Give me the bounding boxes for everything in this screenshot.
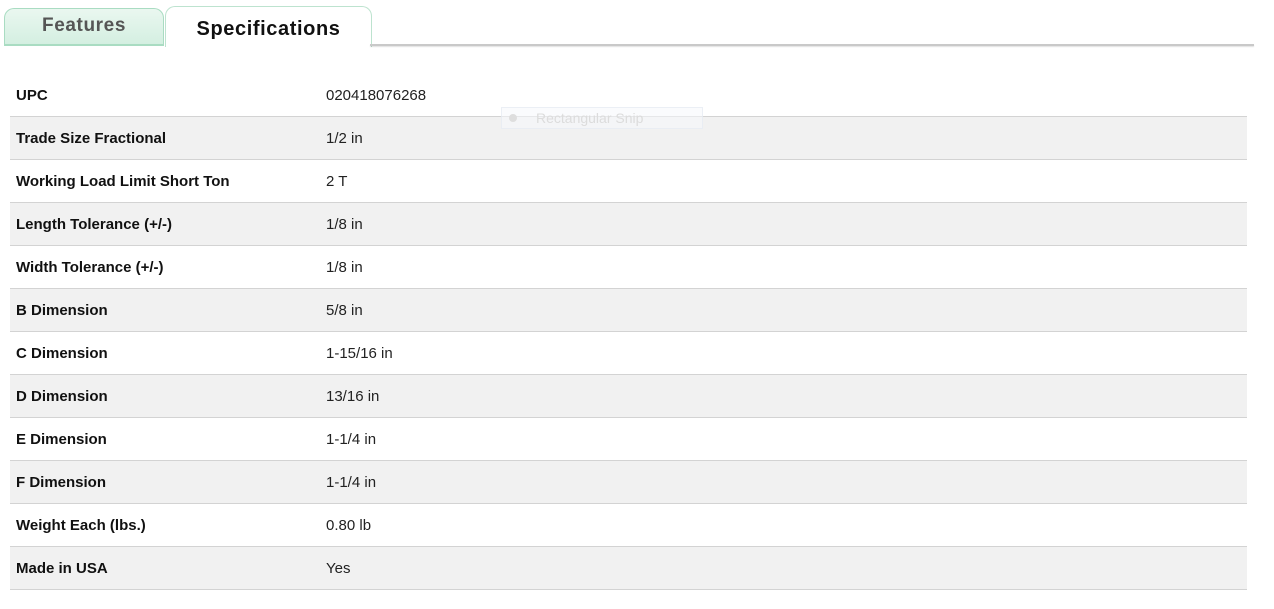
- record-dot-icon: [504, 109, 522, 127]
- spec-label: Trade Size Fractional: [16, 129, 167, 147]
- spec-label: UPC: [16, 86, 48, 104]
- snip-mode-label: Rectangular Snip: [536, 110, 644, 126]
- spec-value: 0.80 lb: [326, 516, 372, 534]
- spec-row-d-dimension: D Dimension 13/16 in: [10, 375, 1247, 418]
- tab-specifications-label: Specifications: [196, 17, 341, 40]
- spec-value: 1/8 in: [326, 215, 363, 233]
- spec-row-width-tolerance: Width Tolerance (+/-) 1/8 in: [10, 246, 1247, 289]
- rectangular-snip-overlay[interactable]: Rectangular Snip: [501, 107, 703, 129]
- spec-label: B Dimension: [16, 301, 108, 319]
- spec-label: Made in USA: [16, 559, 108, 577]
- spec-value: 13/16 in: [326, 387, 380, 405]
- spec-row-c-dimension: C Dimension 1-15/16 in: [10, 332, 1247, 375]
- tab-specifications[interactable]: Specifications: [165, 6, 372, 47]
- spec-row-made-in-usa: Made in USA Yes: [10, 547, 1247, 590]
- tab-features-label: Features: [41, 14, 126, 36]
- spec-value: 1-1/4 in: [326, 430, 377, 448]
- spec-value: 020418076268: [326, 86, 427, 104]
- spec-value: 1-15/16 in: [326, 344, 393, 362]
- spec-label: E Dimension: [16, 430, 107, 448]
- spec-row-f-dimension: F Dimension 1-1/4 in: [10, 461, 1247, 504]
- tab-bar: Features Specifications: [0, 0, 1254, 48]
- specifications-table: UPC 020418076268 Trade Size Fractional 1…: [10, 74, 1247, 590]
- spec-value: 1/8 in: [326, 258, 363, 276]
- spec-value: 1-1/4 in: [326, 473, 377, 491]
- spec-row-length-tolerance: Length Tolerance (+/-) 1/8 in: [10, 203, 1247, 246]
- tab-features[interactable]: Features: [4, 8, 164, 46]
- spec-label: Working Load Limit Short Ton: [16, 172, 230, 190]
- spec-label: Weight Each (lbs.): [16, 516, 146, 534]
- spec-label: Length Tolerance (+/-): [16, 215, 172, 233]
- spec-label: Width Tolerance (+/-): [16, 258, 164, 276]
- spec-row-b-dimension: B Dimension 5/8 in: [10, 289, 1247, 332]
- spec-value: 2 T: [326, 172, 348, 190]
- spec-value: 1/2 in: [326, 129, 363, 147]
- spec-value: 5/8 in: [326, 301, 363, 319]
- spec-label: D Dimension: [16, 387, 108, 405]
- spec-row-working-load-limit: Working Load Limit Short Ton 2 T: [10, 160, 1247, 203]
- spec-label: F Dimension: [16, 473, 107, 491]
- spec-value: Yes: [326, 559, 351, 577]
- tab-bar-divider: [370, 44, 1254, 46]
- spec-row-e-dimension: E Dimension 1-1/4 in: [10, 418, 1247, 461]
- spec-label: C Dimension: [16, 344, 108, 362]
- spec-row-weight-each: Weight Each (lbs.) 0.80 lb: [10, 504, 1247, 547]
